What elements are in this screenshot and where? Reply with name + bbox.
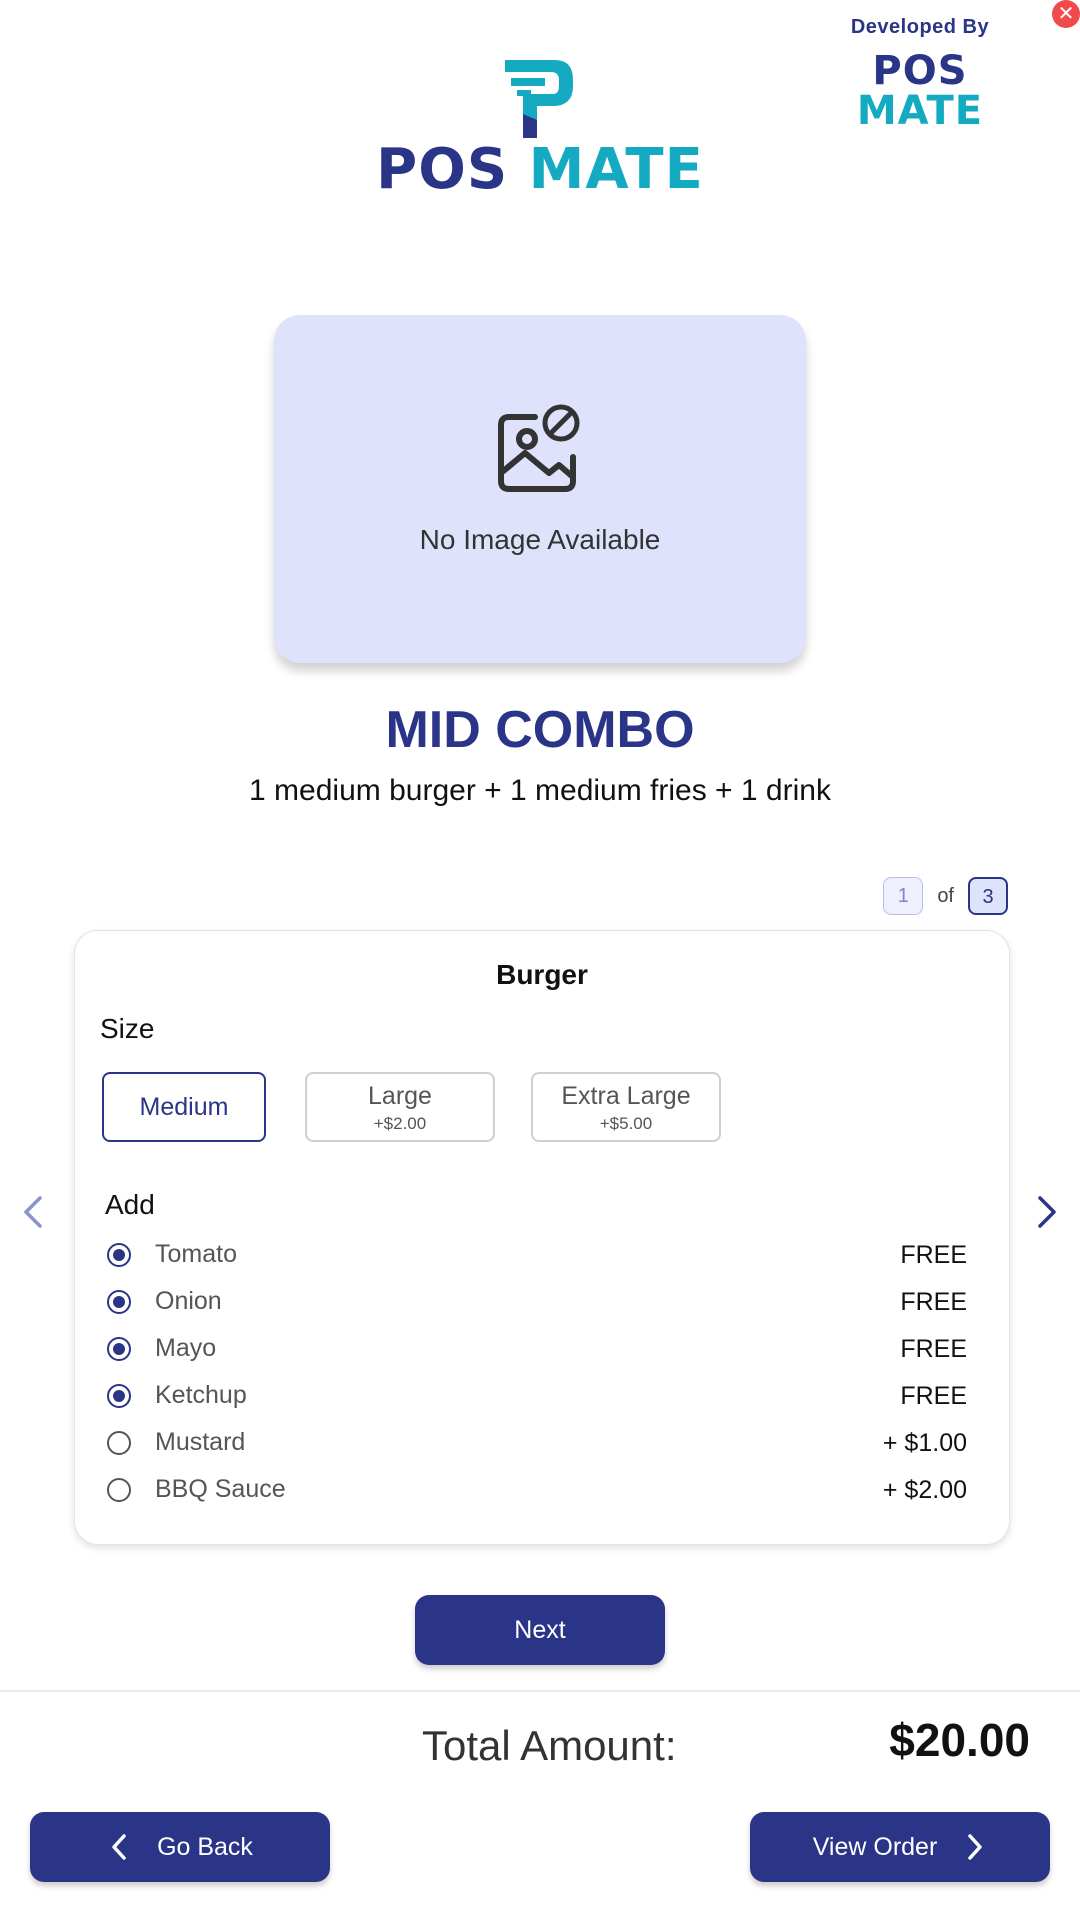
addon-list: Tomato FREE Onion FREE Mayo FREE Ketchup… <box>105 1231 967 1513</box>
addon-price: FREE <box>900 1335 967 1363</box>
addon-mustard[interactable]: Mustard + $1.00 <box>105 1419 967 1466</box>
size-label: Size <box>100 1013 155 1044</box>
next-item-button[interactable] <box>1026 1192 1066 1232</box>
step-pager: 1 of 3 <box>883 877 1008 915</box>
size-option-price: +$5.00 <box>599 1114 653 1133</box>
addon-price: FREE <box>900 1241 967 1269</box>
size-option-medium[interactable]: Medium <box>102 1072 266 1142</box>
size-option-price: +$2.00 <box>373 1114 427 1133</box>
go-back-button[interactable]: Go Back <box>30 1812 330 1882</box>
addon-name: Mustard <box>155 1428 246 1456</box>
addon-name: BBQ Sauce <box>155 1475 286 1503</box>
size-option-extra-large[interactable]: Extra Large +$5.00 <box>531 1072 721 1142</box>
addon-name: Mayo <box>155 1334 217 1362</box>
product-title: MID COMBO <box>385 701 695 759</box>
size-option-name: Large <box>368 1082 432 1110</box>
chevron-left-icon <box>112 1834 126 1860</box>
addon-onion[interactable]: Onion FREE <box>105 1278 967 1325</box>
addon-mayo[interactable]: Mayo FREE <box>105 1325 967 1372</box>
pager-total: 3 <box>968 877 1008 915</box>
addon-tomato[interactable]: Tomato FREE <box>105 1231 967 1278</box>
addon-price: FREE <box>900 1288 967 1316</box>
chevron-left-icon <box>24 1196 42 1228</box>
app-logo: POS MATE <box>0 54 1080 198</box>
addon-radio[interactable] <box>107 1431 131 1455</box>
total-amount-label: Total Amount: <box>422 1722 677 1769</box>
card-title: Burger <box>496 959 588 990</box>
chevron-right-icon <box>1038 1196 1056 1228</box>
developed-by-label: Developed By <box>850 16 990 38</box>
footer-divider <box>0 1690 1080 1692</box>
addon-radio[interactable] <box>107 1243 131 1267</box>
logo-word-mate: MATE <box>528 137 704 202</box>
view-order-label: View Order <box>812 1832 938 1861</box>
addon-radio[interactable] <box>107 1478 131 1502</box>
close-button[interactable]: ✕ <box>1052 0 1080 28</box>
addon-name: Tomato <box>155 1240 237 1268</box>
addon-ketchup[interactable]: Ketchup FREE <box>105 1372 967 1419</box>
addon-price: FREE <box>900 1382 967 1410</box>
chevron-right-icon <box>968 1834 983 1860</box>
product-image-placeholder: No Image Available <box>274 315 806 663</box>
close-icon: ✕ <box>1057 3 1075 25</box>
addon-radio[interactable] <box>107 1384 131 1408</box>
addon-radio[interactable] <box>107 1290 131 1314</box>
addon-name: Onion <box>155 1287 222 1315</box>
addon-price: + $2.00 <box>882 1476 967 1504</box>
pager-of: of <box>937 884 954 907</box>
customization-card: Burger Size Medium Large +$2.00 Extra La… <box>74 930 1010 1545</box>
logo-word-pos: POS <box>376 137 509 202</box>
logo-mark-icon <box>505 60 573 138</box>
previous-item-button[interactable] <box>14 1192 54 1232</box>
total-amount-value: $20.00 <box>889 1714 1030 1766</box>
addon-radio[interactable] <box>107 1337 131 1361</box>
pager-current: 1 <box>883 877 924 915</box>
addon-bbq-sauce[interactable]: BBQ Sauce + $2.00 <box>105 1466 967 1513</box>
addon-name: Ketchup <box>155 1381 247 1409</box>
add-label: Add <box>105 1189 155 1220</box>
next-button[interactable]: Next <box>415 1595 665 1665</box>
go-back-label: Go Back <box>157 1832 253 1861</box>
size-option-name: Medium <box>139 1093 229 1121</box>
size-option-name: Extra Large <box>561 1082 691 1110</box>
no-image-text: No Image Available <box>419 524 661 555</box>
product-description: 1 medium burger + 1 medium fries + 1 dri… <box>249 774 831 807</box>
no-image-icon <box>498 404 580 492</box>
view-order-button[interactable]: View Order <box>750 1812 1050 1882</box>
size-option-large[interactable]: Large +$2.00 <box>305 1072 495 1142</box>
addon-price: + $1.00 <box>882 1429 967 1457</box>
